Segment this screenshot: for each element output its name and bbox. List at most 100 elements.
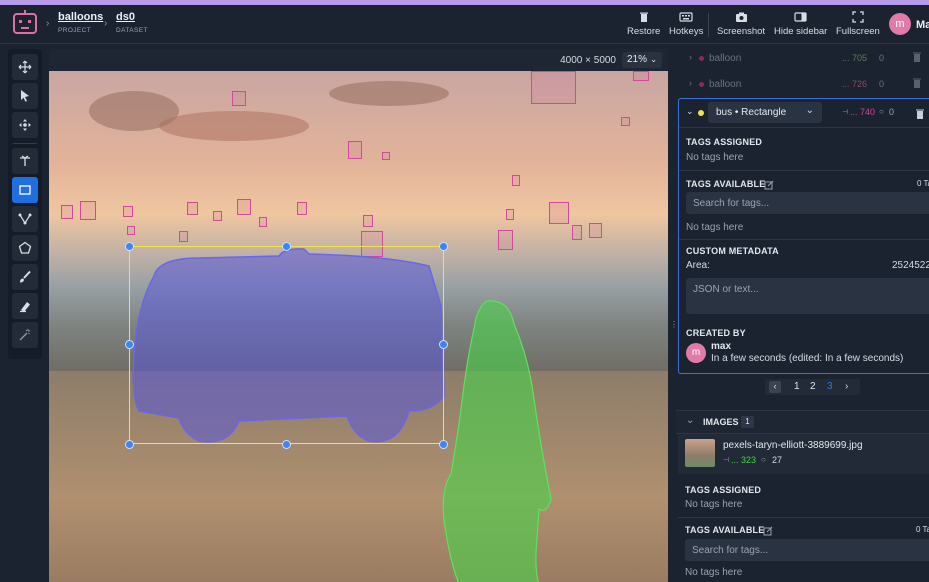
- page-1[interactable]: 1: [794, 381, 800, 392]
- class-select[interactable]: bus • Rectangle ⌄: [708, 102, 822, 123]
- balloon-annotation[interactable]: [348, 141, 362, 159]
- resize-handle[interactable]: [282, 242, 291, 251]
- image-tag-search-placeholder: Search for tags...: [692, 545, 769, 556]
- balloon-annotation[interactable]: [363, 215, 373, 227]
- hide-sidebar-button[interactable]: Hide sidebar: [774, 11, 827, 37]
- balloon-annotation[interactable]: [633, 71, 649, 81]
- metadata-textarea[interactable]: JSON or text...: [686, 278, 929, 314]
- resize-handle[interactable]: [125, 242, 134, 251]
- comment-icon: ○: [761, 455, 766, 464]
- breadcrumb-dataset[interactable]: ds0 DATASET: [116, 11, 148, 34]
- chevron-down-icon: ⌄: [805, 105, 814, 116]
- object-label: balloon: [709, 79, 742, 90]
- tags-available-heading: TAGS AVAILABLE: [686, 179, 766, 189]
- eraser-tool-button[interactable]: [12, 293, 38, 319]
- cloud-shape: [159, 111, 309, 141]
- images-section-header[interactable]: ⌄ IMAGES 1: [676, 410, 929, 434]
- screenshot-button[interactable]: Screenshot: [717, 11, 765, 37]
- balloon-annotation[interactable]: [621, 117, 630, 126]
- rectangle-icon: [19, 185, 31, 195]
- zoom-select[interactable]: 21% ⌄: [622, 52, 662, 68]
- images-heading: IMAGES: [703, 417, 739, 427]
- user-avatar[interactable]: m: [889, 13, 911, 35]
- balloon-annotation[interactable]: [259, 217, 267, 227]
- tag-search-placeholder: Search for tags...: [693, 198, 770, 209]
- balloon-annotation[interactable]: [549, 202, 569, 224]
- balloon-annotation[interactable]: [123, 206, 133, 217]
- person-mask[interactable]: [439, 299, 554, 582]
- dataset-name[interactable]: ds0: [116, 11, 148, 23]
- balloon-annotation[interactable]: [237, 199, 251, 215]
- chevron-right-icon[interactable]: ›: [689, 52, 692, 62]
- magic-wand-tool-button[interactable]: [12, 322, 38, 348]
- balloon-annotation[interactable]: [572, 225, 582, 240]
- hotkeys-button[interactable]: Hotkeys: [669, 11, 703, 37]
- brush-icon: [20, 270, 31, 283]
- balloon-annotation[interactable]: [506, 209, 514, 220]
- balloon-annotation[interactable]: [213, 211, 222, 221]
- pointer-tool-button[interactable]: [12, 83, 38, 109]
- polyline-tool-button[interactable]: [12, 206, 38, 232]
- restore-button[interactable]: Restore: [627, 11, 660, 37]
- prev-page-icon[interactable]: ‹: [769, 381, 781, 393]
- metadata-placeholder: JSON or text...: [693, 284, 759, 295]
- resize-handle[interactable]: [439, 440, 448, 449]
- object-stats: ... 740: [850, 107, 876, 117]
- object-row[interactable]: › balloon ... 705 0: [676, 46, 929, 71]
- balloon-annotation[interactable]: [498, 230, 513, 250]
- object-comments: 0: [889, 107, 895, 117]
- resize-handle[interactable]: [439, 242, 448, 251]
- balloon-annotation[interactable]: [589, 223, 602, 238]
- chevron-right-icon[interactable]: ›: [689, 78, 692, 88]
- balloon-annotation[interactable]: [80, 201, 96, 220]
- page-2[interactable]: 2: [810, 381, 816, 392]
- annotated-image[interactable]: [49, 71, 668, 582]
- points-icon: ⊣: [842, 109, 849, 116]
- balloon-annotation[interactable]: [512, 175, 520, 186]
- rectangle-tool-button[interactable]: [12, 177, 38, 203]
- chevron-down-icon[interactable]: ⌄: [686, 106, 694, 117]
- page-3[interactable]: 3: [827, 381, 833, 392]
- panel-resize-grip[interactable]: ⋮: [670, 320, 678, 330]
- image-tags-available-heading: TAGS AVAILABLE: [685, 525, 765, 535]
- balloon-annotation[interactable]: [187, 202, 198, 215]
- balloon-annotation[interactable]: [61, 205, 73, 219]
- resize-handle[interactable]: [282, 440, 291, 449]
- polygon-tool-button[interactable]: [12, 235, 38, 261]
- point-tool-button[interactable]: [12, 148, 38, 174]
- next-page-icon[interactable]: ›: [845, 381, 848, 392]
- balloon-annotation[interactable]: [297, 202, 307, 215]
- balloon-annotation[interactable]: [127, 226, 135, 235]
- balloon-annotation[interactable]: [232, 91, 246, 106]
- breadcrumb-project[interactable]: balloons PROJECT: [58, 11, 103, 34]
- balloon-annotation[interactable]: [382, 152, 390, 160]
- object-row[interactable]: › balloon ... 726 0: [676, 72, 929, 97]
- object-comments: 0: [879, 53, 885, 63]
- tag-search-input[interactable]: Search for tags...: [686, 192, 929, 214]
- resize-handle[interactable]: [125, 440, 134, 449]
- fullscreen-button[interactable]: Fullscreen: [836, 11, 880, 37]
- zoom-value: 21%: [627, 54, 648, 65]
- balloon-annotation[interactable]: [179, 231, 188, 242]
- resize-handle[interactable]: [439, 340, 448, 349]
- fullscreen-label: Fullscreen: [836, 26, 880, 37]
- delete-icon[interactable]: [913, 52, 921, 65]
- image-list-item[interactable]: pexels-taryn-elliott-3889699.jpg ⊣ ... 3…: [678, 434, 929, 474]
- chevron-down-icon[interactable]: ⌄: [686, 415, 694, 426]
- annotation-canvas[interactable]: 4000 × 5000 21% ⌄: [49, 49, 668, 582]
- project-name[interactable]: balloons: [58, 11, 103, 23]
- selected-bounding-box[interactable]: [129, 246, 444, 444]
- brush-tool-button[interactable]: [12, 264, 38, 290]
- image-tag-search-input[interactable]: Search for tags...: [685, 539, 929, 561]
- restore-label: Restore: [627, 26, 661, 37]
- delete-icon[interactable]: [916, 106, 924, 124]
- image-tags-available-empty: No tags here: [685, 567, 743, 578]
- user-name[interactable]: Ma: [916, 19, 929, 31]
- tags-available-empty: No tags here: [686, 222, 744, 233]
- app-logo-icon[interactable]: [10, 8, 40, 38]
- delete-icon[interactable]: [913, 78, 921, 91]
- drag-tool-button[interactable]: [12, 112, 38, 138]
- resize-handle[interactable]: [125, 340, 134, 349]
- balloon-annotation[interactable]: [531, 71, 576, 104]
- move-tool-button[interactable]: [12, 54, 38, 80]
